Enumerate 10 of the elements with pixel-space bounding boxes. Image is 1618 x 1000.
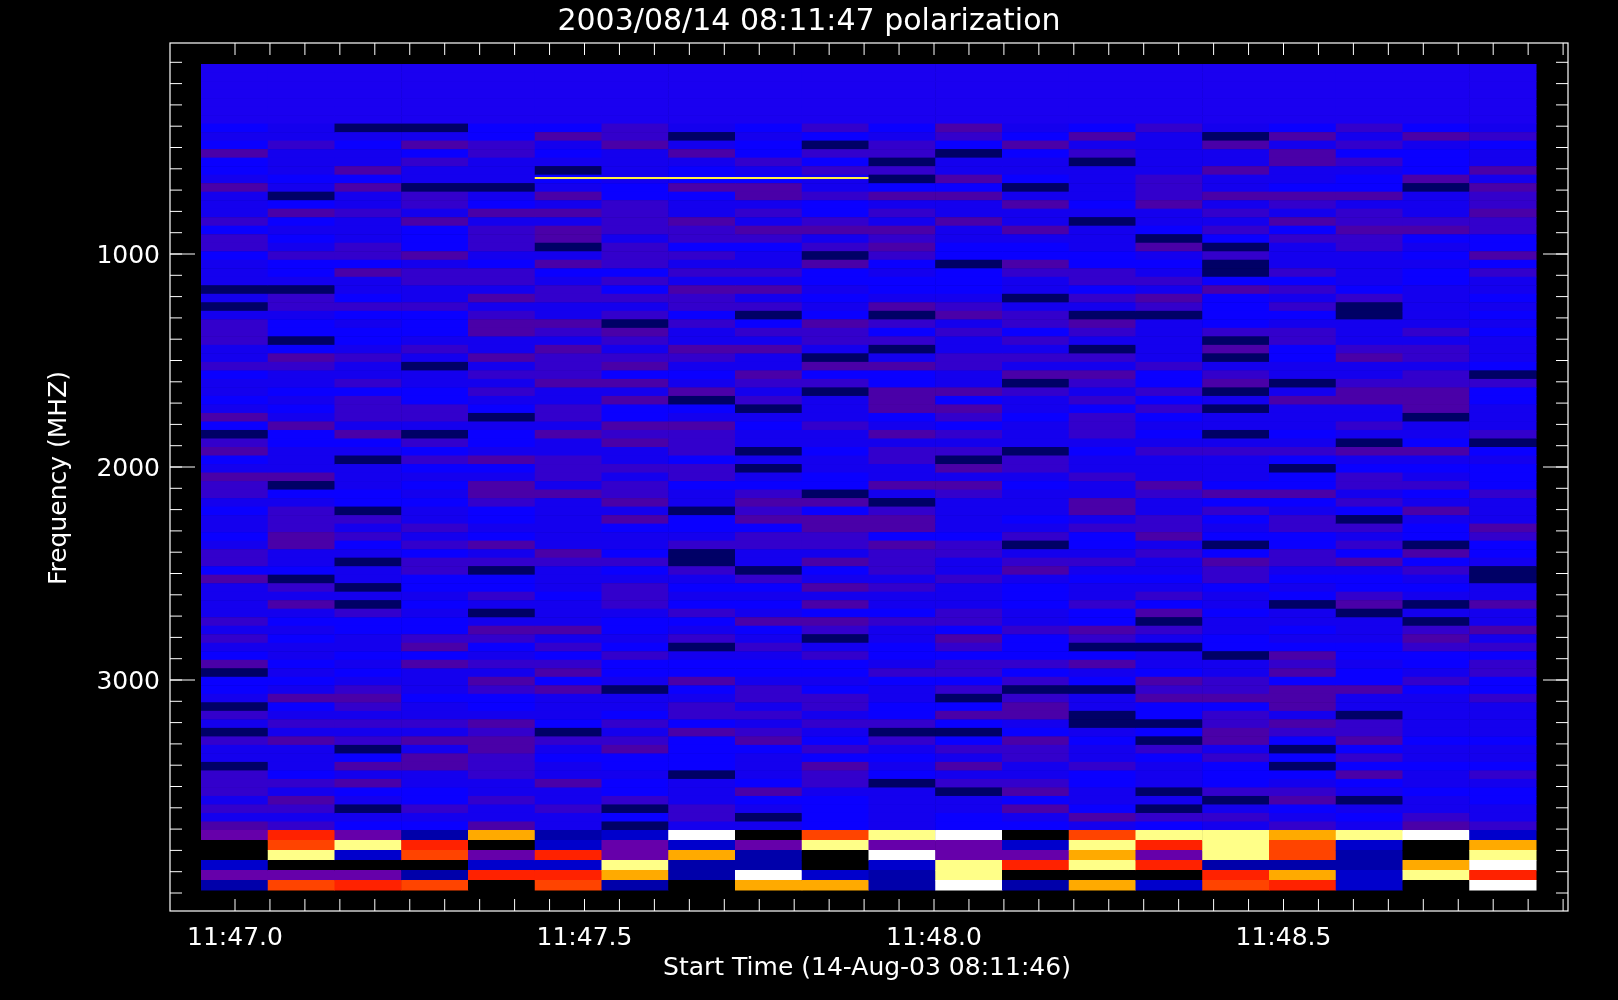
x-tick-label: 11:47.0 xyxy=(187,922,283,951)
x-tick-label: 11:47.5 xyxy=(536,922,633,951)
x-tick-label: 11:48.5 xyxy=(1235,922,1332,951)
y-tick-label: 3000 xyxy=(96,666,160,695)
y-tick-label: 2000 xyxy=(96,453,160,482)
y-axis-label: Frequency (MHZ) xyxy=(43,370,72,586)
plot-title: 2003/08/14 08:11:47 polarization xyxy=(557,2,1061,37)
y-tick-label: 1000 xyxy=(96,240,160,269)
x-axis-label: Start Time (14-Aug-03 08:11:46) xyxy=(663,952,1071,981)
x-tick-label: 11:48.0 xyxy=(886,922,982,951)
